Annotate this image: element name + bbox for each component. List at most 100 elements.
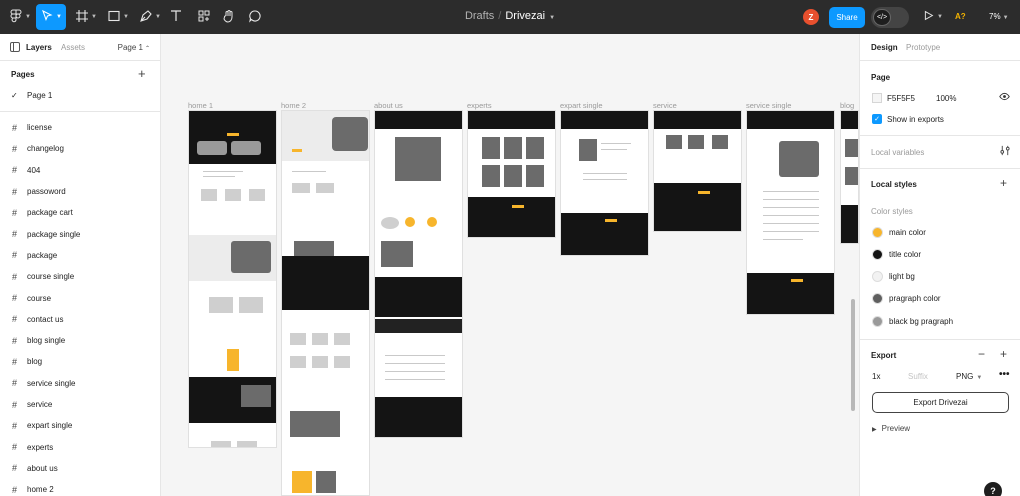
add-export-icon[interactable]: + xyxy=(1000,347,1007,361)
page-header xyxy=(654,111,741,129)
color-style-label: light bg xyxy=(889,272,915,281)
chevron-down-icon[interactable]: ▼ xyxy=(549,15,555,21)
frame-icon: # xyxy=(12,335,18,346)
frame-label-experts[interactable]: experts xyxy=(467,101,492,110)
share-button[interactable]: Share xyxy=(829,7,865,28)
color-styles-heading: Color styles xyxy=(871,207,913,216)
zoom-menu[interactable]: 7% ▼ xyxy=(989,12,1009,21)
frame-icon: # xyxy=(12,250,18,261)
layer-item[interactable]: # blog single xyxy=(0,330,160,351)
layer-item[interactable]: # passoword xyxy=(0,181,160,202)
present-button[interactable]: ▼ xyxy=(923,10,943,23)
help-button[interactable]: ? xyxy=(984,482,1002,496)
layer-item[interactable]: # package single xyxy=(0,223,160,244)
layer-item[interactable]: # license xyxy=(0,117,160,138)
local-styles-heading: Local styles xyxy=(871,180,917,189)
file-name[interactable]: Drivezai xyxy=(505,10,545,22)
tab-design[interactable]: Design xyxy=(871,43,898,52)
layer-item[interactable]: # about us xyxy=(0,458,160,479)
frame-label-home-2[interactable]: home 2 xyxy=(281,101,306,110)
expert-image xyxy=(211,441,231,447)
page-selector[interactable]: Page 1 ⌃ xyxy=(118,43,150,52)
local-variables-label[interactable]: Local variables xyxy=(871,148,924,157)
color-style-item[interactable]: light bg xyxy=(872,271,915,282)
color-style-item[interactable]: main color xyxy=(872,227,926,238)
preview-toggle[interactable]: ▶ Preview xyxy=(872,424,910,433)
tab-layers[interactable]: Layers xyxy=(26,43,52,52)
frame-label-service-single[interactable]: service single xyxy=(746,101,791,110)
variables-settings-icon[interactable] xyxy=(1000,145,1010,159)
layer-item[interactable]: # expart single xyxy=(0,415,160,436)
layer-item[interactable]: # course single xyxy=(0,266,160,287)
layer-item[interactable]: # changelog xyxy=(0,138,160,159)
frame-home-1[interactable] xyxy=(188,110,277,448)
layer-item[interactable]: # package cart xyxy=(0,202,160,223)
course-image xyxy=(290,333,306,345)
frame-expart-single[interactable] xyxy=(560,110,649,256)
page-item-page-1[interactable]: ✓ Page 1 xyxy=(11,91,52,100)
color-swatch xyxy=(872,293,883,304)
layer-item[interactable]: # package xyxy=(0,245,160,266)
layer-item[interactable]: # home 2 xyxy=(0,479,160,496)
breadcrumb-drafts[interactable]: Drafts xyxy=(465,10,494,22)
export-suffix-input[interactable]: Suffix xyxy=(908,372,928,381)
layer-item[interactable]: # experts xyxy=(0,436,160,457)
frame-experts[interactable] xyxy=(467,110,556,238)
page-color-swatch[interactable] xyxy=(872,93,882,103)
export-format-select[interactable]: PNG ▼ xyxy=(956,372,982,381)
frame-label-blog[interactable]: blog xyxy=(840,101,854,110)
add-page-icon[interactable]: + xyxy=(138,66,146,81)
tab-assets[interactable]: Assets xyxy=(61,43,85,52)
frame-label-about-us[interactable]: about us xyxy=(374,101,403,110)
layer-item[interactable]: # blog xyxy=(0,351,160,372)
faq-line xyxy=(385,363,445,364)
cta-button xyxy=(227,133,239,136)
remove-export-icon[interactable]: − xyxy=(978,347,985,361)
frame-service-single[interactable] xyxy=(746,110,835,315)
more-options-icon[interactable]: ••• xyxy=(999,369,1010,380)
sidebar-toggle-icon[interactable] xyxy=(10,42,20,52)
page-opacity-value[interactable]: 100% xyxy=(936,94,956,103)
layer-item[interactable]: # service single xyxy=(0,373,160,394)
layer-list: # license # changelog #404 # passoword # package… xyxy=(0,117,160,496)
frame-service[interactable] xyxy=(653,110,742,232)
expert-card xyxy=(526,137,544,159)
blog-image xyxy=(845,167,858,185)
frame-label-expart-single[interactable]: expart single xyxy=(560,101,603,110)
eye-icon[interactable] xyxy=(999,91,1010,105)
frame-label-home-1[interactable]: home 1 xyxy=(188,101,213,110)
export-button[interactable]: Export Drivezai xyxy=(872,392,1009,413)
document-title: Drafts / Drivezai ▼ xyxy=(0,10,1020,22)
tab-prototype[interactable]: Prototype xyxy=(906,43,940,52)
frame-about-us[interactable] xyxy=(374,110,463,438)
frame-blog[interactable] xyxy=(840,110,859,244)
export-scale[interactable]: 1x xyxy=(872,372,880,381)
code-icon: </> xyxy=(873,9,891,26)
chevron-down-icon: ▼ xyxy=(937,13,943,20)
layer-item[interactable]: #404 xyxy=(0,160,160,181)
accessibility-badge[interactable]: A? xyxy=(955,12,966,21)
color-style-item[interactable]: title color xyxy=(872,249,921,260)
page-color-value[interactable]: F5F5F5 xyxy=(887,94,915,103)
frame-label-service[interactable]: service xyxy=(653,101,677,110)
dark-section-image xyxy=(241,385,271,407)
layer-label: experts xyxy=(27,442,54,452)
layer-label: home 2 xyxy=(27,485,54,495)
dev-mode-toggle[interactable]: </> xyxy=(871,7,909,28)
color-style-item[interactable]: pragraph color xyxy=(872,293,941,304)
frame-home-2[interactable] xyxy=(281,110,370,496)
frame-icon: # xyxy=(12,271,18,282)
icon-circle xyxy=(427,217,437,227)
design-canvas[interactable]: home 1 home 2 about us experts expart si… xyxy=(161,34,859,496)
layer-label: package cart xyxy=(27,208,73,218)
color-style-item[interactable]: black bg pragraph xyxy=(872,316,953,327)
layer-item[interactable]: # service xyxy=(0,394,160,415)
layer-item[interactable]: # course xyxy=(0,287,160,308)
layer-item[interactable]: # contact us xyxy=(0,309,160,330)
subscribe-button xyxy=(698,191,710,194)
canvas-scrollbar[interactable] xyxy=(851,299,855,411)
add-style-icon[interactable]: + xyxy=(1000,176,1007,190)
top-toolbar: ▼ ▼ ▼ ▼ ▼ Drafts / Drivezai ▼ Z Share </… xyxy=(0,0,1020,34)
avatar[interactable]: Z xyxy=(803,9,819,25)
show-in-exports-checkbox[interactable]: ✓ xyxy=(872,114,882,124)
